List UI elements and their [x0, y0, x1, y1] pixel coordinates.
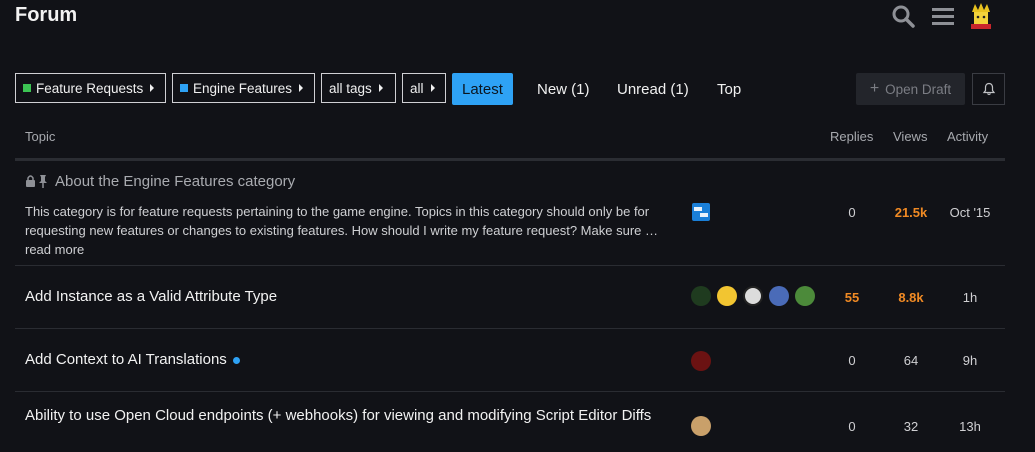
- search-icon[interactable]: [891, 4, 915, 28]
- table-row: Add Instance as a Valid Attribute Type 5…: [15, 266, 1005, 329]
- category-label: Feature Requests: [36, 80, 144, 96]
- column-header-topic[interactable]: Topic: [25, 129, 55, 144]
- roblox-logo-avatar[interactable]: [691, 202, 711, 222]
- poster-avatar[interactable]: [743, 286, 763, 306]
- view-count: 64: [903, 353, 919, 368]
- view-count: 32: [903, 419, 919, 434]
- topic-title-link[interactable]: About the Engine Features category: [55, 173, 295, 190]
- all-label: all: [410, 80, 424, 96]
- topic-title-link[interactable]: Ability to use Open Cloud endpoints (+ w…: [25, 405, 675, 427]
- plus-icon: +: [869, 80, 880, 97]
- tab-new[interactable]: New (1): [537, 73, 590, 105]
- subcategory-color-swatch: [180, 84, 188, 92]
- menu-icon[interactable]: [931, 4, 955, 28]
- user-avatar[interactable]: [968, 2, 994, 30]
- poster-avatar[interactable]: [795, 286, 815, 306]
- lock-pin-icon: [26, 175, 47, 188]
- poster-avatar[interactable]: [691, 286, 711, 306]
- table-row: Ability to use Open Cloud endpoints (+ w…: [15, 392, 1005, 452]
- table-row: Add Context to AI Translations 0 64 9h: [15, 329, 1005, 392]
- last-activity[interactable]: 1h: [945, 290, 995, 305]
- view-count: 21.5k: [894, 205, 928, 220]
- tab-top[interactable]: Top: [717, 73, 741, 105]
- reply-count: 0: [848, 353, 856, 368]
- topic-title-text: Add Context to AI Translations: [25, 351, 227, 368]
- poster-avatar[interactable]: [717, 286, 737, 306]
- poster-avatars: [691, 416, 711, 436]
- topic-table-header: Topic Replies Views Activity: [15, 128, 1005, 161]
- poster-avatar[interactable]: [691, 351, 711, 371]
- last-activity[interactable]: 13h: [945, 419, 995, 434]
- last-activity[interactable]: 9h: [945, 353, 995, 368]
- topic-filter-bar: Feature Requests Engine Features all tag…: [15, 73, 1005, 105]
- category-color-swatch: [23, 84, 31, 92]
- poster-avatars: [691, 286, 815, 306]
- topic-title-link[interactable]: Add Instance as a Valid Attribute Type: [25, 288, 277, 305]
- caret-right-icon: [299, 84, 304, 92]
- bell-icon: [982, 82, 995, 96]
- open-draft-label: Open Draft: [885, 81, 952, 97]
- tags-label: all tags: [329, 80, 372, 96]
- last-activity[interactable]: Oct '15: [945, 205, 995, 220]
- all-dropdown[interactable]: all: [402, 73, 446, 103]
- category-dropdown[interactable]: Feature Requests: [15, 73, 166, 103]
- view-count: 8.8k: [898, 290, 924, 305]
- column-header-activity[interactable]: Activity: [947, 129, 988, 144]
- tab-unread[interactable]: Unread (1): [617, 73, 689, 105]
- poster-avatar[interactable]: [691, 416, 711, 436]
- column-header-views[interactable]: Views: [893, 129, 927, 144]
- poster-avatar[interactable]: [769, 286, 789, 306]
- caret-right-icon: [378, 84, 383, 92]
- poster-avatars: [691, 202, 711, 222]
- tags-dropdown[interactable]: all tags: [321, 73, 396, 103]
- reply-count: 0: [848, 419, 856, 434]
- topic-excerpt: This category is for feature requests pe…: [25, 204, 658, 257]
- column-header-replies[interactable]: Replies: [830, 129, 873, 144]
- caret-right-icon: [430, 84, 435, 92]
- reply-count: 0: [848, 205, 856, 220]
- open-draft-button[interactable]: + Open Draft: [856, 73, 965, 105]
- page-title: Forum: [15, 4, 78, 26]
- reply-count: 55: [844, 290, 860, 305]
- subcategory-dropdown[interactable]: Engine Features: [172, 73, 315, 103]
- unread-indicator: [232, 356, 240, 364]
- poster-avatars: [691, 351, 711, 371]
- caret-right-icon: [150, 84, 155, 92]
- site-header: Forum: [0, 0, 1035, 40]
- subcategory-label: Engine Features: [193, 80, 293, 96]
- tab-latest[interactable]: Latest: [452, 73, 513, 105]
- notification-bell-button[interactable]: [972, 73, 1005, 105]
- topic-title-link[interactable]: Add Context to AI Translations: [25, 351, 240, 368]
- table-row: About the Engine Features category This …: [15, 161, 1005, 266]
